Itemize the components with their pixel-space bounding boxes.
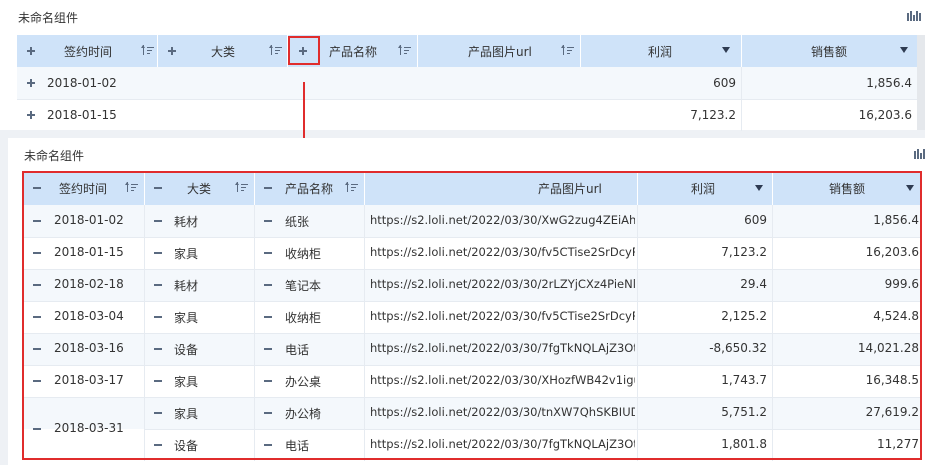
sort-product-icon[interactable]	[398, 45, 412, 56]
header-sales: 销售额	[811, 45, 848, 59]
expand-category-icon[interactable]	[166, 45, 178, 57]
row-profit: 7,123.2	[690, 108, 736, 122]
expand-row-icon[interactable]	[25, 77, 37, 89]
row-profit: 609	[713, 76, 736, 90]
highlight-expanded-table	[22, 171, 922, 460]
row-sales: 1,856.4	[866, 76, 912, 90]
expand-row-icon[interactable]	[25, 109, 37, 121]
row-sales: 16,203.6	[858, 108, 912, 122]
sort-category-icon[interactable]	[269, 45, 283, 56]
table-row	[17, 100, 917, 130]
top-widget-panel: 未命名组件 签约时间 大类 产品名称 产品图片url 利润 销售额 2018-0…	[0, 0, 925, 131]
header-profit: 利润	[648, 45, 673, 59]
sort-date-icon[interactable]	[141, 45, 155, 56]
expand-date-icon[interactable]	[25, 45, 37, 57]
top-widget-title: 未命名组件	[18, 11, 79, 25]
bottom-widget-title: 未命名组件	[24, 149, 85, 163]
table-row	[17, 67, 917, 99]
row-date: 2018-01-15	[47, 108, 117, 122]
sales-dropdown-icon[interactable]	[900, 47, 908, 53]
chart-bars-icon[interactable]	[914, 149, 925, 159]
header-category: 大类	[211, 45, 236, 59]
header-date: 签约时间	[64, 45, 113, 59]
highlight-expand-button	[288, 36, 320, 65]
header-product-name: 产品名称	[329, 45, 378, 59]
sort-url-icon[interactable]	[561, 45, 575, 56]
chart-bars-icon[interactable]	[907, 11, 921, 21]
profit-dropdown-icon[interactable]	[722, 47, 730, 53]
row-date: 2018-01-02	[47, 76, 117, 90]
header-image-url: 产品图片url	[468, 45, 532, 59]
